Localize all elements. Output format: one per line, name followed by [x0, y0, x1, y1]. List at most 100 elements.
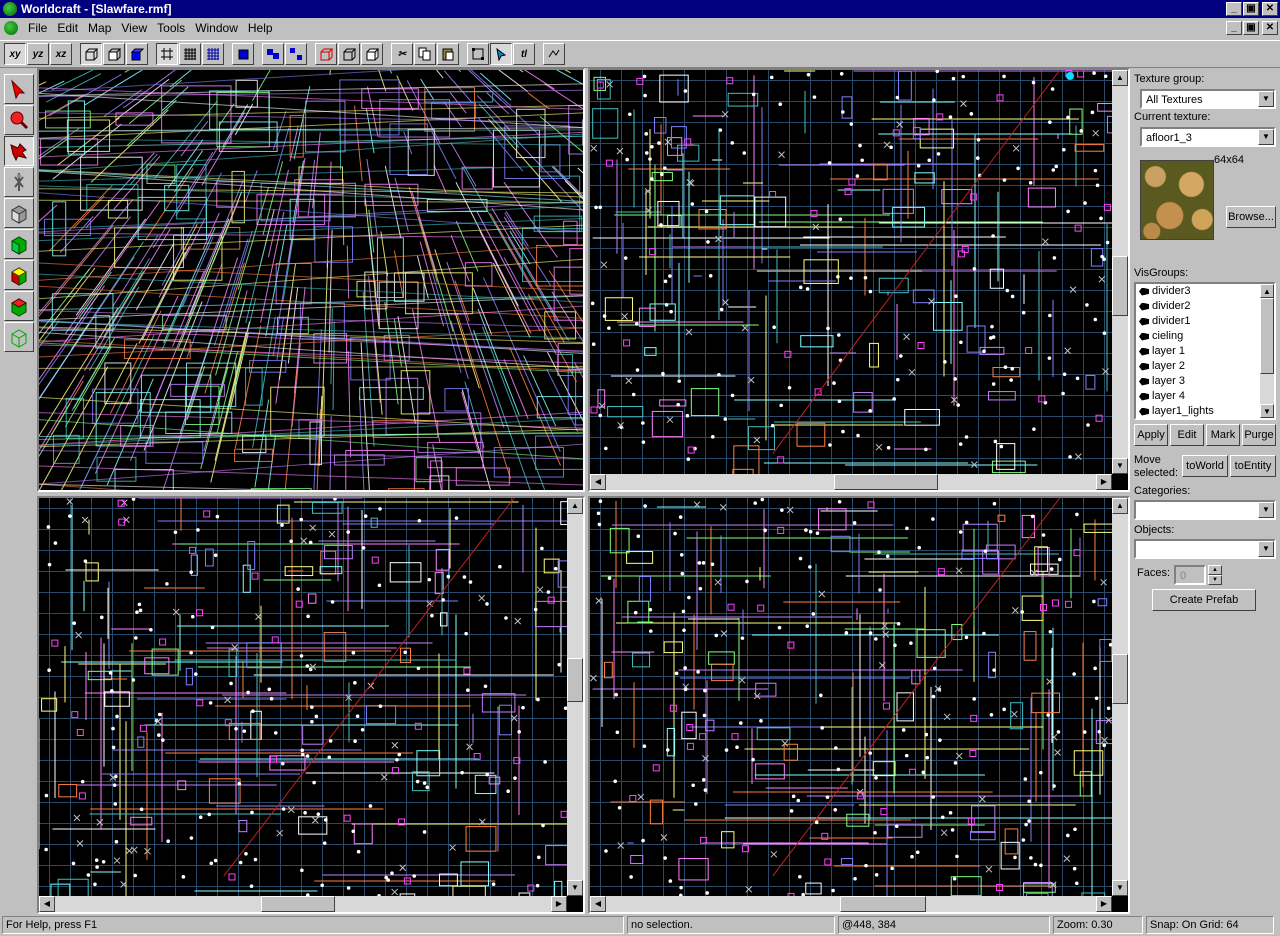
- faces-down-button[interactable]: ▼: [1208, 575, 1222, 585]
- to-world-button[interactable]: toWorld: [1182, 455, 1228, 477]
- minimize-button[interactable]: _: [1226, 2, 1242, 16]
- dropdown-arrow-icon[interactable]: ▼: [1258, 91, 1274, 107]
- list-item[interactable]: layer 2: [1136, 359, 1274, 374]
- scroll-down-button[interactable]: ▼: [1260, 404, 1274, 418]
- smaller-grid-icon[interactable]: [179, 43, 201, 65]
- list-item[interactable]: layer1_lights: [1136, 404, 1274, 418]
- view-xz-button[interactable]: xz: [50, 43, 72, 65]
- scroll-right-button[interactable]: ▶: [1096, 896, 1112, 912]
- cut-icon[interactable]: ✂: [391, 43, 413, 65]
- hide-selected-icon[interactable]: [315, 43, 337, 65]
- scroll-up-button[interactable]: ▲: [567, 498, 583, 514]
- categories-select[interactable]: ▼: [1134, 500, 1276, 520]
- list-item[interactable]: divider1: [1136, 314, 1274, 329]
- decal-tool-icon[interactable]: [4, 291, 34, 321]
- menu-help[interactable]: Help: [244, 21, 277, 35]
- carve-icon[interactable]: [232, 43, 254, 65]
- mdi-close-button[interactable]: ✕: [1262, 21, 1278, 35]
- ungroup-icon[interactable]: [285, 43, 307, 65]
- current-texture-select[interactable]: afloor1_3 ▼: [1140, 127, 1276, 147]
- maximize-button[interactable]: ▣: [1243, 2, 1259, 16]
- menu-file[interactable]: File: [24, 21, 51, 35]
- menu-window[interactable]: Window: [191, 21, 242, 35]
- scroll-thumb[interactable]: [1112, 654, 1128, 704]
- scroll-thumb[interactable]: [1112, 256, 1128, 316]
- eye-icon[interactable]: [1139, 392, 1149, 401]
- texture-application-icon[interactable]: tl: [513, 43, 535, 65]
- to-entity-button[interactable]: toEntity: [1230, 455, 1276, 477]
- faces-up-button[interactable]: ▲: [1208, 565, 1222, 575]
- list-item[interactable]: divider3: [1136, 284, 1274, 299]
- edit-button[interactable]: Edit: [1170, 424, 1204, 446]
- scroll-thumb[interactable]: [567, 658, 583, 702]
- menu-tools[interactable]: Tools: [153, 21, 189, 35]
- close-button[interactable]: ✕: [1262, 2, 1278, 16]
- hide-unselected-icon[interactable]: [338, 43, 360, 65]
- apply-texture-icon[interactable]: [4, 260, 34, 290]
- eye-icon[interactable]: [1139, 332, 1149, 341]
- objects-select[interactable]: ▼: [1134, 539, 1276, 559]
- purge-button[interactable]: Purge: [1242, 424, 1276, 446]
- clipping-tool-icon[interactable]: [4, 322, 34, 352]
- viewport-front[interactable]: ▲ ▼ ◀ ▶: [37, 496, 585, 914]
- selection-tool-icon[interactable]: [4, 74, 34, 104]
- eye-icon[interactable]: [1139, 287, 1149, 296]
- group-icon[interactable]: [262, 43, 284, 65]
- list-item[interactable]: divider2: [1136, 299, 1274, 314]
- menu-map[interactable]: Map: [84, 21, 115, 35]
- scroll-thumb[interactable]: [840, 896, 926, 912]
- create-prefab-button[interactable]: Create Prefab: [1152, 589, 1256, 611]
- eye-icon[interactable]: [1139, 407, 1149, 416]
- eye-icon[interactable]: [1139, 377, 1149, 386]
- horizontal-scrollbar[interactable]: ◀ ▶: [590, 474, 1112, 490]
- scroll-thumb[interactable]: [1260, 298, 1274, 374]
- horizontal-scrollbar[interactable]: ◀ ▶: [39, 896, 567, 912]
- viewport-top[interactable]: ▲ ▼ ◀ ▶: [588, 68, 1130, 492]
- view-yz-button[interactable]: yz: [27, 43, 49, 65]
- browse-button[interactable]: Browse...: [1226, 206, 1276, 228]
- view-xy-button[interactable]: xy: [4, 43, 26, 65]
- scroll-up-button[interactable]: ▲: [1112, 498, 1128, 514]
- mdi-restore-button[interactable]: ▣: [1243, 21, 1259, 35]
- vertical-scrollbar[interactable]: ▲ ▼: [1260, 284, 1274, 418]
- larger-grid-icon[interactable]: [202, 43, 224, 65]
- list-item[interactable]: cieling: [1136, 329, 1274, 344]
- eye-icon[interactable]: [1139, 317, 1149, 326]
- copy-icon[interactable]: [414, 43, 436, 65]
- mdi-minimize-button[interactable]: _: [1226, 21, 1242, 35]
- scroll-thumb[interactable]: [261, 896, 335, 912]
- vertical-scrollbar[interactable]: ▲ ▼: [1112, 498, 1128, 896]
- eye-icon[interactable]: [1139, 362, 1149, 371]
- select-tool-icon[interactable]: [490, 43, 512, 65]
- entity-tool-icon[interactable]: [4, 167, 34, 197]
- eye-icon[interactable]: [1139, 347, 1149, 356]
- scroll-left-button[interactable]: ◀: [590, 474, 606, 490]
- wireframe-view-icon[interactable]: [80, 43, 102, 65]
- menu-edit[interactable]: Edit: [53, 21, 82, 35]
- scroll-down-button[interactable]: ▼: [567, 880, 583, 896]
- texture-lock-icon[interactable]: [467, 43, 489, 65]
- mark-button[interactable]: Mark: [1206, 424, 1240, 446]
- menu-view[interactable]: View: [117, 21, 151, 35]
- paste-icon[interactable]: [437, 43, 459, 65]
- dropdown-arrow-icon[interactable]: ▼: [1258, 129, 1274, 145]
- camera-tool-icon[interactable]: [4, 136, 34, 166]
- eye-icon[interactable]: [1139, 302, 1149, 311]
- grid-toggle-icon[interactable]: [156, 43, 178, 65]
- flat-shaded-view-icon[interactable]: [103, 43, 125, 65]
- show-all-icon[interactable]: [361, 43, 383, 65]
- dropdown-arrow-icon[interactable]: ▼: [1258, 541, 1274, 557]
- viewport-side[interactable]: ▲ ▼ ◀ ▶: [588, 496, 1130, 914]
- list-item[interactable]: layer 4: [1136, 389, 1274, 404]
- document-icon[interactable]: [4, 21, 18, 35]
- visgroups-list[interactable]: divider3 divider2 divider1 cieling layer…: [1134, 282, 1276, 420]
- dropdown-arrow-icon[interactable]: ▼: [1258, 502, 1274, 518]
- scroll-down-button[interactable]: ▼: [1112, 458, 1128, 474]
- apply-button[interactable]: Apply: [1134, 424, 1168, 446]
- magnify-tool-icon[interactable]: [4, 105, 34, 135]
- vertical-scrollbar[interactable]: ▲ ▼: [567, 498, 583, 896]
- vertical-scrollbar[interactable]: ▲ ▼: [1112, 70, 1128, 474]
- list-item[interactable]: layer 1: [1136, 344, 1274, 359]
- viewport-3d[interactable]: [37, 68, 585, 492]
- faces-input[interactable]: 0: [1174, 565, 1206, 585]
